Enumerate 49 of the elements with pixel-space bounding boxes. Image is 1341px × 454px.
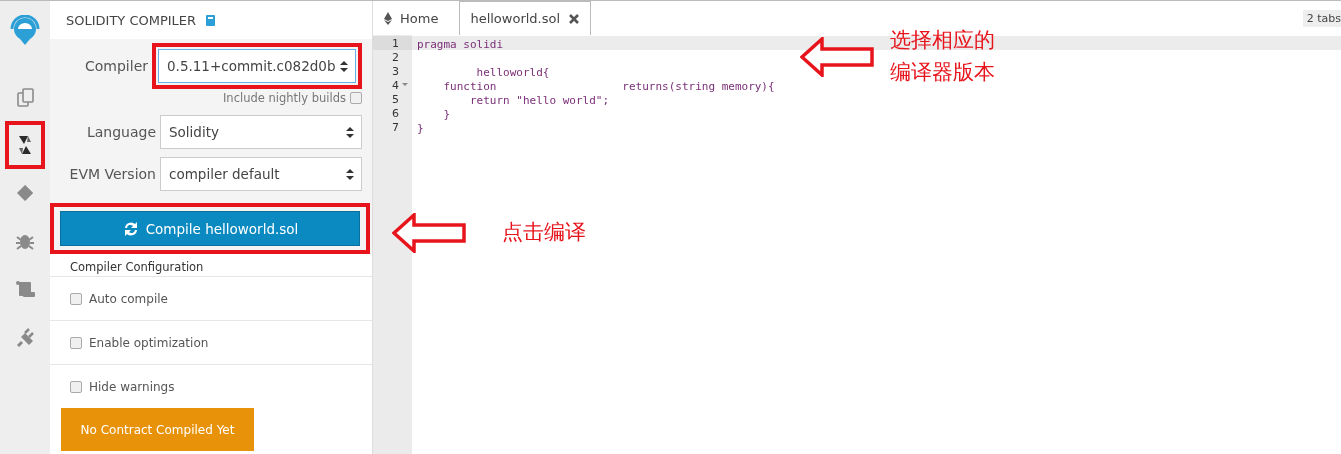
dropdown-arrow-icon	[345, 167, 355, 181]
select-field[interactable]: compiler default	[160, 157, 362, 191]
plug-icon[interactable]	[15, 327, 35, 347]
annotation-text: 点击编译	[502, 221, 586, 245]
select-field[interactable]: 0.5.11+commit.c082d0b	[158, 49, 356, 83]
line-number: 6	[392, 106, 399, 120]
panel-title: SOLIDITY COMPILER	[66, 12, 197, 28]
compile-button[interactable]: Compile helloworld.sol	[60, 211, 360, 246]
editor-tab[interactable]: helloworld.sol	[459, 1, 592, 35]
annotation-text: 选择相应的	[890, 29, 995, 53]
select-field[interactable]: Solidity	[160, 115, 362, 149]
editor-tab[interactable]: Home	[373, 1, 450, 35]
line-number: 7	[392, 120, 399, 134]
dropdown-arrow-icon	[345, 125, 355, 139]
line-number: 1	[392, 36, 399, 50]
field-label: Language	[86, 124, 156, 140]
dropdown-arrow-icon	[339, 59, 349, 73]
code-line: helloworld{	[475, 66, 550, 79]
line-number: 4	[392, 78, 399, 92]
section-title: Compiler Configuration	[50, 254, 372, 277]
annotation-text: 编译器版本	[890, 61, 995, 85]
checkbox[interactable]	[70, 336, 82, 349]
checkbox-label: Enable optimization	[89, 335, 209, 350]
fold-icon[interactable]	[402, 83, 408, 87]
checkbox-label: Auto compile	[89, 291, 168, 306]
ethereum-icon	[384, 11, 392, 25]
files-icon[interactable]	[15, 86, 35, 108]
checkbox[interactable]	[350, 92, 362, 104]
field-label: Compiler	[85, 58, 148, 74]
code-line: pragma solidi	[417, 38, 504, 51]
field-label: EVM Version	[69, 166, 156, 182]
close-icon[interactable]	[568, 12, 581, 25]
arrow-icon	[800, 36, 876, 77]
code-line: }	[442, 108, 451, 121]
code-line: function returns(string memory){	[442, 80, 775, 93]
deploy-icon[interactable]	[15, 183, 35, 203]
checkbox-label: Hide warnings	[89, 379, 175, 394]
checkbox-label: Include nightly builds	[222, 91, 346, 105]
line-number: 5	[392, 92, 399, 106]
checkbox[interactable]	[70, 292, 82, 305]
line-number: 3	[392, 64, 399, 78]
tab-count: 2 tabs	[1302, 9, 1341, 27]
code-line: return "hello world";	[468, 94, 610, 107]
checkbox[interactable]	[70, 380, 82, 393]
scroll-icon[interactable]	[15, 279, 35, 299]
book-icon[interactable]	[205, 14, 217, 26]
logo-icon[interactable]	[9, 15, 41, 47]
line-number: 2	[392, 50, 399, 64]
code-line: }	[417, 122, 424, 135]
